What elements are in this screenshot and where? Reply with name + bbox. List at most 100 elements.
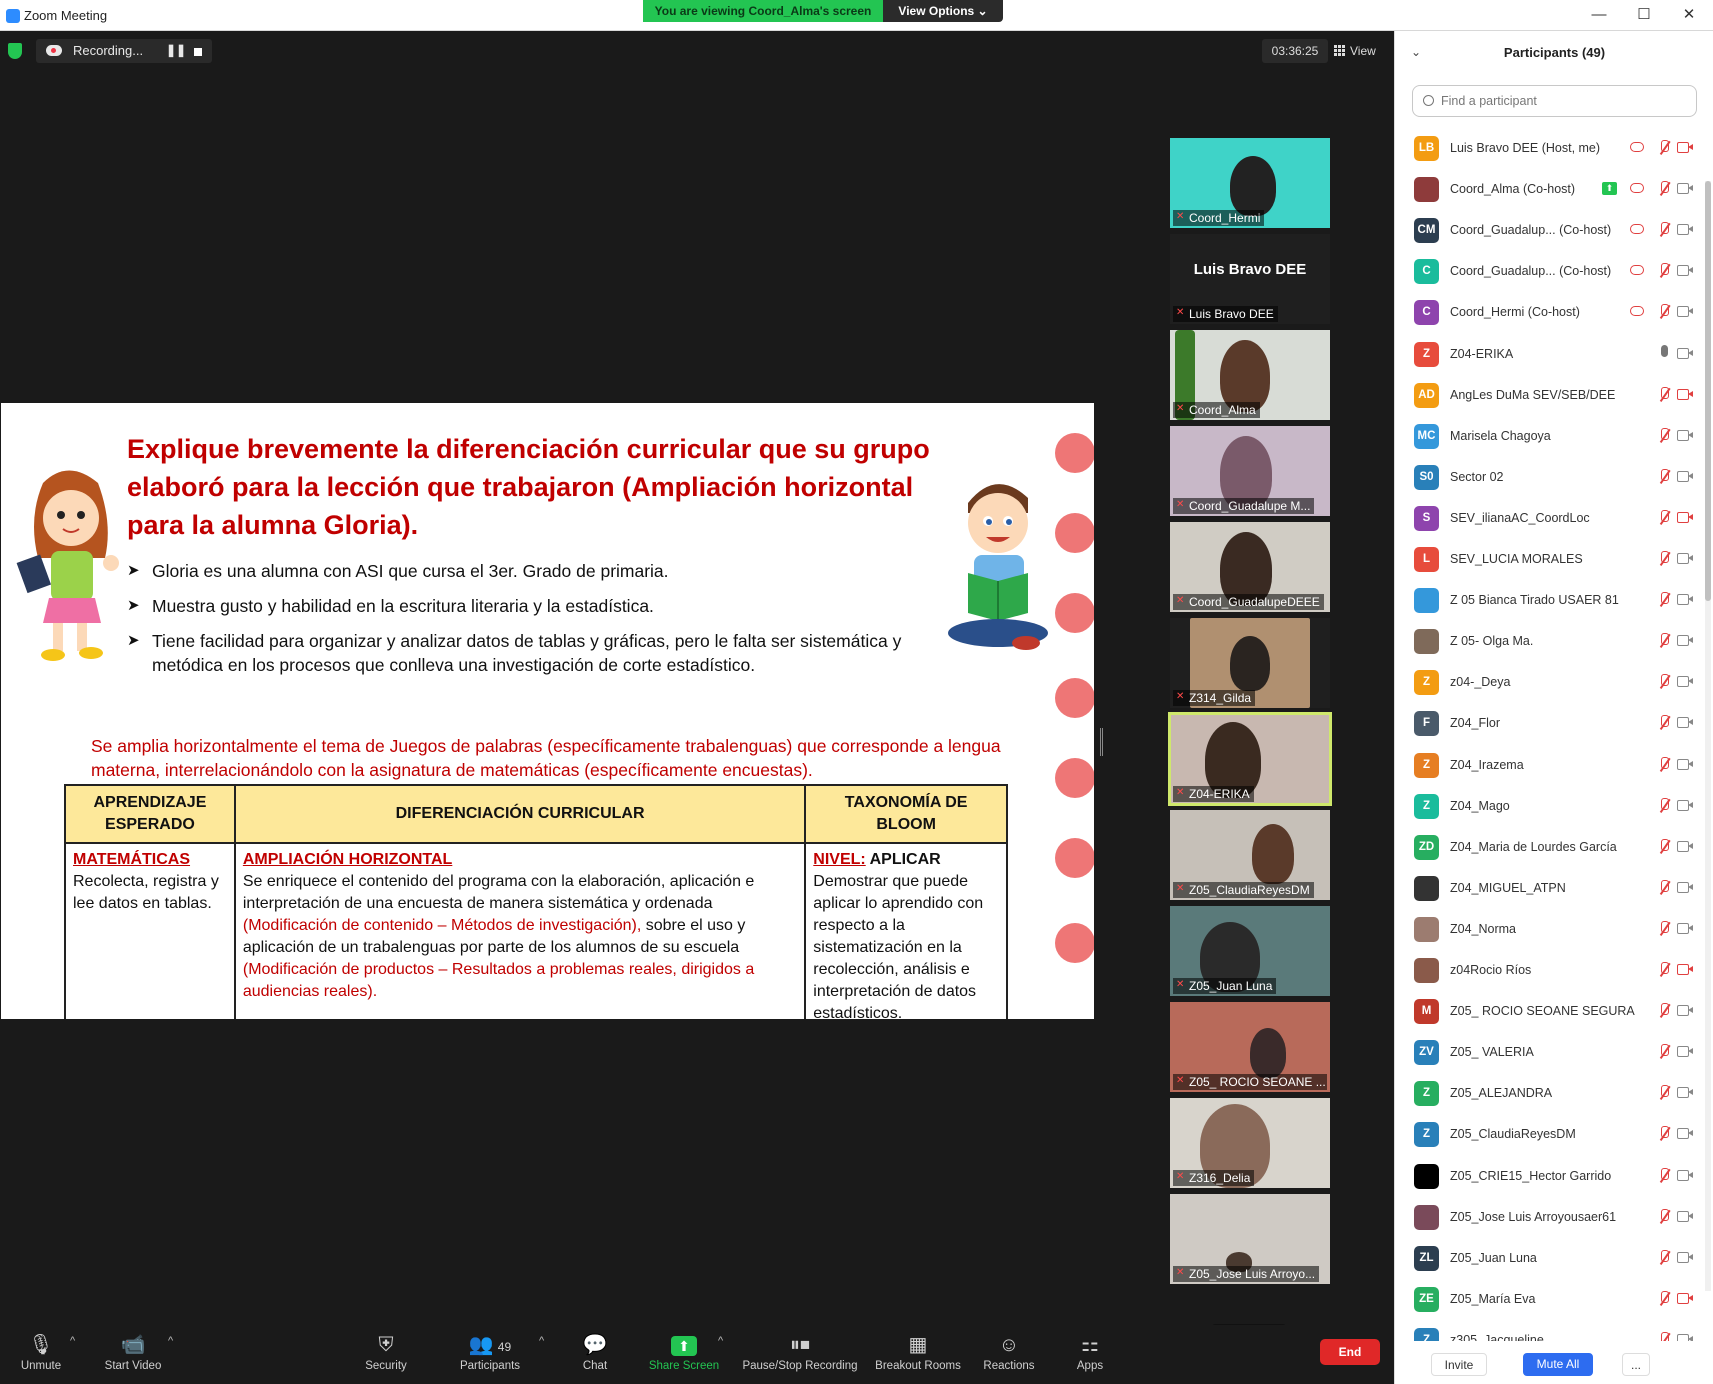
maximize-icon[interactable]: ☐ (1633, 5, 1655, 25)
apps-button[interactable]: ⚏ Apps (1070, 1333, 1110, 1372)
video-tile[interactable]: Z05_Jose Luis Arroyo... (1170, 1194, 1330, 1284)
invite-button[interactable]: Invite (1431, 1353, 1487, 1376)
video-camera-icon[interactable] (1677, 758, 1693, 770)
muted-microphone-icon[interactable] (1657, 880, 1671, 896)
muted-microphone-icon[interactable] (1657, 1085, 1671, 1101)
muted-microphone-icon[interactable] (1657, 1126, 1671, 1142)
video-off-icon[interactable] (1677, 388, 1693, 400)
muted-microphone-icon[interactable] (1657, 757, 1671, 773)
participant-row[interactable]: M Z05_ ROCIO SEOANE SEGURA (1395, 991, 1695, 1032)
video-camera-icon[interactable] (1677, 881, 1693, 893)
participants-button[interactable]: 👥 49 Participants ^ (455, 1333, 544, 1372)
video-camera-icon[interactable] (1677, 716, 1693, 728)
video-camera-icon[interactable] (1677, 305, 1693, 317)
video-camera-icon[interactable] (1677, 1086, 1693, 1098)
muted-microphone-icon[interactable] (1657, 263, 1671, 279)
pause-recording-icon[interactable]: ❚❚ (166, 43, 186, 57)
video-tile[interactable]: Z314_Gilda (1170, 618, 1330, 708)
participant-row[interactable]: ZD Z04_Maria de Lourdes García (1395, 827, 1695, 868)
video-camera-icon[interactable] (1677, 223, 1693, 235)
share-options-caret-icon[interactable]: ^ (718, 1335, 723, 1347)
video-camera-icon[interactable] (1677, 634, 1693, 646)
breakout-rooms-button[interactable]: ▦ Breakout Rooms (873, 1333, 963, 1372)
video-camera-icon[interactable] (1677, 799, 1693, 811)
stop-recording-icon[interactable] (194, 48, 202, 56)
video-camera-icon[interactable] (1677, 1169, 1693, 1181)
participant-row[interactable]: Coord_Alma (Co-host) ⬆ (1395, 169, 1695, 210)
participant-row[interactable]: LB Luis Bravo DEE (Host, me) (1395, 128, 1695, 169)
muted-microphone-icon[interactable] (1657, 1044, 1671, 1060)
video-camera-icon[interactable] (1677, 675, 1693, 687)
muted-microphone-icon[interactable] (1657, 551, 1671, 567)
muted-microphone-icon[interactable] (1657, 428, 1671, 444)
participant-row[interactable]: Z Z04_Mago (1395, 786, 1695, 827)
video-tile[interactable]: Coord_GuadalupeDEEE (1170, 522, 1330, 612)
video-camera-icon[interactable] (1677, 429, 1693, 441)
muted-microphone-icon[interactable] (1657, 674, 1671, 690)
chat-button[interactable]: 💬 Chat (575, 1333, 615, 1372)
video-off-icon[interactable] (1677, 141, 1693, 153)
video-camera-icon[interactable] (1677, 1004, 1693, 1016)
participant-row[interactable]: ZV Z05_ VALERIA (1395, 1032, 1695, 1073)
view-options-button[interactable]: View Options ⌄ (883, 0, 1003, 22)
participant-row[interactable]: MC Marisela Chagoya (1395, 416, 1695, 457)
video-off-icon[interactable] (1677, 963, 1693, 975)
unmute-button[interactable]: 🎙 Unmute ^ (12, 1333, 75, 1372)
muted-microphone-icon[interactable] (1657, 387, 1671, 403)
muted-microphone-icon[interactable] (1657, 921, 1671, 937)
participant-row[interactable]: C Coord_Hermi (Co-host) (1395, 292, 1695, 333)
video-tile[interactable]: Z316_Delia (1170, 1098, 1330, 1188)
find-participant-input[interactable]: Find a participant (1412, 85, 1697, 117)
muted-microphone-icon[interactable] (1657, 839, 1671, 855)
participants-caret-icon[interactable]: ^ (539, 1335, 544, 1347)
video-camera-icon[interactable] (1677, 470, 1693, 482)
video-tile-active-speaker[interactable]: Z04-ERIKA (1168, 712, 1332, 806)
video-camera-icon[interactable] (1677, 1045, 1693, 1057)
participant-row[interactable]: Z05_Jose Luis Arroyousaer61 (1395, 1197, 1695, 1238)
video-camera-icon[interactable] (1677, 840, 1693, 852)
video-tile[interactable]: Z05_ClaudiaReyesDM (1170, 810, 1330, 900)
muted-microphone-icon[interactable] (1657, 1168, 1671, 1184)
reactions-button[interactable]: ☺ Reactions (978, 1333, 1040, 1372)
video-tile[interactable]: Z05_Juan Luna (1170, 906, 1330, 996)
pause-stop-recording-button[interactable]: ⏸⏹ Pause/Stop Recording (740, 1333, 860, 1372)
muted-microphone-icon[interactable] (1657, 140, 1671, 156)
video-tile[interactable]: Z05_ ROCIO SEOANE ... (1170, 1002, 1330, 1092)
participant-row[interactable]: Z 05- Olga Ma. (1395, 621, 1695, 662)
muted-microphone-icon[interactable] (1657, 510, 1671, 526)
muted-microphone-icon[interactable] (1657, 1209, 1671, 1225)
encryption-shield-icon[interactable] (8, 43, 22, 59)
scrollbar-thumb[interactable] (1705, 181, 1711, 601)
video-camera-icon[interactable] (1677, 593, 1693, 605)
video-tile[interactable]: Coord_Alma (1170, 330, 1330, 420)
participant-row[interactable]: C Coord_Guadalup... (Co-host) (1395, 251, 1695, 292)
participant-row[interactable]: Z Z04-ERIKA (1395, 334, 1695, 375)
video-camera-icon[interactable] (1677, 347, 1693, 359)
video-tile[interactable]: Luis Bravo DEE Luis Bravo DEE (1170, 234, 1330, 324)
participant-row[interactable]: F Z04_Flor (1395, 703, 1695, 744)
video-camera-icon[interactable] (1677, 922, 1693, 934)
end-meeting-button[interactable]: End (1320, 1339, 1380, 1365)
video-camera-icon[interactable] (1677, 182, 1693, 194)
muted-microphone-icon[interactable] (1657, 469, 1671, 485)
muted-microphone-icon[interactable] (1657, 592, 1671, 608)
share-screen-button[interactable]: ⬆ Share Screen ^ (646, 1333, 723, 1372)
participant-row[interactable]: z04Rocio Ríos (1395, 950, 1695, 991)
video-camera-icon[interactable] (1677, 552, 1693, 564)
microphone-icon[interactable] (1661, 345, 1668, 357)
start-video-button[interactable]: 📹 Start Video ^ (100, 1333, 174, 1372)
muted-microphone-icon[interactable] (1657, 1291, 1671, 1307)
muted-microphone-icon[interactable] (1657, 304, 1671, 320)
muted-microphone-icon[interactable] (1657, 222, 1671, 238)
muted-microphone-icon[interactable] (1657, 1250, 1671, 1266)
audio-options-caret-icon[interactable]: ^ (70, 1335, 75, 1347)
video-camera-icon[interactable] (1677, 1210, 1693, 1222)
split-resize-handle[interactable] (1100, 728, 1103, 756)
participant-row[interactable]: ZL Z05_Juan Luna (1395, 1238, 1695, 1279)
video-off-icon[interactable] (1677, 511, 1693, 523)
muted-microphone-icon[interactable] (1657, 633, 1671, 649)
participant-row[interactable]: Z Z04_Irazema (1395, 745, 1695, 786)
participant-row[interactable]: S0 Sector 02 (1395, 457, 1695, 498)
video-camera-icon[interactable] (1677, 1251, 1693, 1263)
muted-microphone-icon[interactable] (1657, 1003, 1671, 1019)
